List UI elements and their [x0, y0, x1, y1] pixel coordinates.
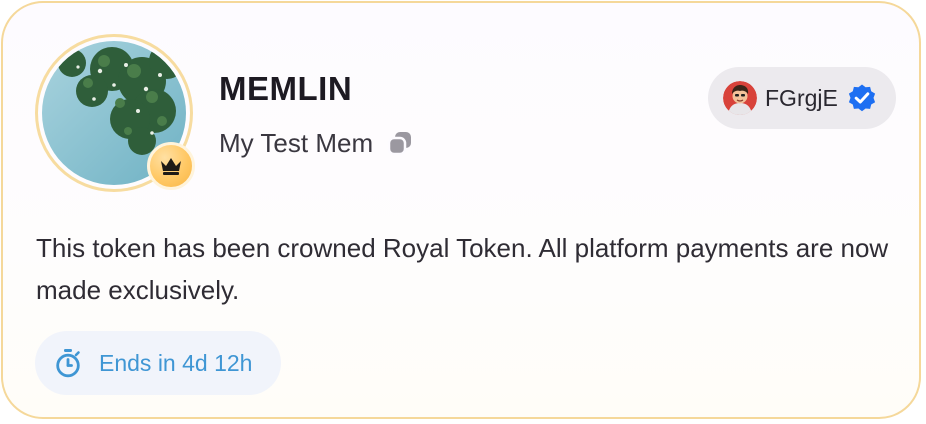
royal-token-message: This token has been crowned Royal Token.…	[36, 233, 889, 305]
countdown-label: Ends in 4d 12h	[99, 350, 253, 376]
token-description: My Test Mem	[219, 128, 374, 158]
royal-token-card: MEMLIN My Test Mem FGrgjE This token has…	[1, 1, 921, 419]
royal-crown-badge	[147, 142, 195, 190]
token-name: MEMLIN	[219, 70, 353, 107]
verified-icon	[848, 84, 875, 112]
stopwatch-icon	[56, 349, 80, 378]
copy-icon[interactable]	[386, 129, 414, 157]
token-subtitle-row: My Test Mem	[219, 125, 414, 161]
crown-icon	[161, 158, 181, 175]
countdown-badge: Ends in 4d 12h	[35, 331, 281, 395]
user-avatar-icon	[723, 81, 757, 115]
creator-username: FGrgjE	[765, 85, 838, 111]
creator-chip[interactable]: FGrgjE	[708, 67, 896, 129]
